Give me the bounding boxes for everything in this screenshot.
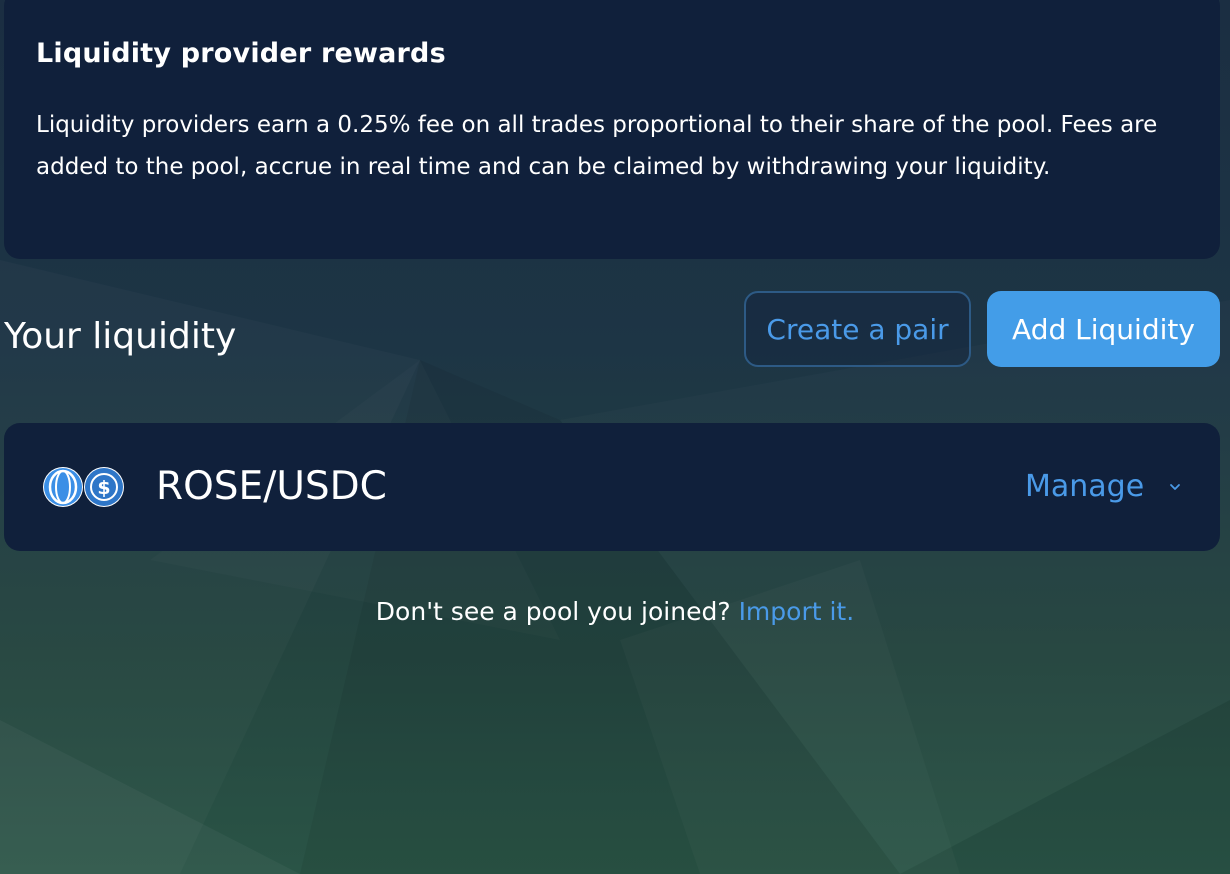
- create-pair-button[interactable]: Create a pair: [744, 291, 971, 367]
- import-pool-note: Don't see a pool you joined? Import it.: [0, 594, 1230, 630]
- import-pool-prompt: Don't see a pool you joined?: [375, 597, 731, 626]
- import-pool-link[interactable]: Import it.: [739, 597, 855, 626]
- svg-text:$: $: [97, 477, 110, 499]
- add-liquidity-button[interactable]: Add Liquidity: [987, 291, 1220, 367]
- usdc-token-icon: $: [84, 467, 124, 507]
- pair-token-icons: $: [43, 467, 124, 507]
- chevron-down-icon: [1170, 484, 1181, 490]
- manage-label: Manage: [1025, 469, 1145, 504]
- rewards-title: Liquidity provider rewards: [36, 38, 446, 69]
- manage-button[interactable]: Manage: [1025, 467, 1182, 507]
- rose-token-icon: [43, 467, 83, 507]
- your-liquidity-heading: Your liquidity: [4, 316, 237, 357]
- pool-position-card[interactable]: $ ROSE/USDC Manage: [4, 423, 1220, 551]
- rewards-description: Liquidity providers earn a 0.25% fee on …: [36, 112, 1158, 180]
- pool-pair-name: ROSE/USDC: [156, 464, 387, 509]
- rewards-info-card: Liquidity provider rewards Liquidity pro…: [4, 0, 1220, 259]
